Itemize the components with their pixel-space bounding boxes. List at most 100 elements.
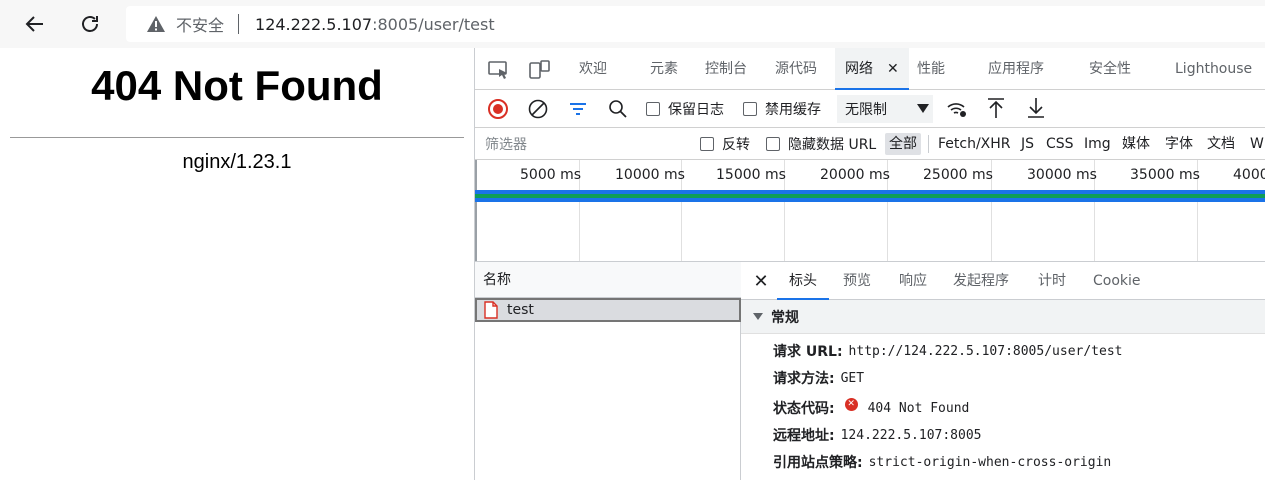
- tab-initiator[interactable]: 发起程序: [953, 262, 1009, 300]
- tab-lighthouse[interactable]: Lighthouse: [1175, 48, 1252, 90]
- general-section-header[interactable]: 常规: [741, 300, 1265, 334]
- throttling-select[interactable]: 无限制: [837, 95, 933, 123]
- filter-type-media[interactable]: 媒体: [1122, 133, 1150, 155]
- request-row[interactable]: test: [475, 298, 741, 322]
- timeline-tick-label: 5000 ms: [520, 167, 582, 183]
- hide-data-urls-checkbox[interactable]: [766, 137, 780, 151]
- tab-preview[interactable]: 预览: [843, 262, 871, 300]
- network-conditions-icon[interactable]: [945, 98, 969, 120]
- request-details: ✕ 标头 预览 响应 发起程序 计时 Cookie 常规 请求 URL: http…: [741, 262, 1265, 480]
- browser-toolbar: 不安全 124.222.5.107:8005/user/test: [0, 0, 1265, 48]
- tab-application[interactable]: 应用程序: [988, 48, 1044, 90]
- network-toolbar: 保留日志 禁用缓存 无限制: [475, 90, 1265, 128]
- timeline-request-bar: [475, 190, 1265, 202]
- timeline-tick-label: 15000 ms: [716, 167, 786, 183]
- filter-type-js[interactable]: JS: [1021, 133, 1034, 155]
- back-button[interactable]: [18, 8, 52, 40]
- request-list: 名称 test: [475, 262, 741, 480]
- record-icon[interactable]: [487, 98, 509, 120]
- hide-data-urls-toggle[interactable]: 隐藏数据 URL: [766, 133, 876, 155]
- disable-cache-label: 禁用缓存: [765, 102, 821, 118]
- dropdown-arrow-icon: [917, 104, 929, 113]
- general-section-title: 常规: [771, 309, 799, 326]
- remote-address-value: 124.222.5.107:8005: [840, 427, 982, 443]
- filter-icon[interactable]: [567, 98, 589, 120]
- tab-security[interactable]: 安全性: [1089, 48, 1131, 90]
- request-method-value: GET: [840, 370, 865, 386]
- referrer-policy-value: strict-origin-when-cross-origin: [868, 454, 1112, 470]
- tab-network-label: 网络: [845, 61, 873, 77]
- preserve-log-toggle[interactable]: 保留日志: [646, 98, 724, 120]
- tab-sources[interactable]: 源代码: [775, 48, 817, 90]
- filter-type-font[interactable]: 字体: [1165, 133, 1193, 155]
- preserve-log-label: 保留日志: [668, 102, 724, 118]
- url-host: 124.222.5.107: [255, 14, 373, 34]
- status-code-value: 404 Not Found: [867, 400, 970, 416]
- page-viewport: 404 Not Found nginx/1.23.1: [0, 48, 474, 480]
- request-method-row: 请求方法: GET: [773, 367, 864, 389]
- filter-input[interactable]: 筛选器: [477, 131, 683, 157]
- tab-response[interactable]: 响应: [899, 262, 927, 300]
- request-url-row: 请求 URL: http://124.222.5.107:8005/user/te…: [773, 340, 1122, 362]
- remote-address-key: 远程地址:: [773, 428, 835, 444]
- status-code-row: 状态代码: ✕ 404 Not Found: [773, 394, 969, 422]
- invert-label: 反转: [722, 137, 750, 153]
- invert-toggle[interactable]: 反转: [700, 133, 750, 155]
- timeline-tick-label: 30000 ms: [1027, 167, 1097, 183]
- collapse-triangle-icon: [753, 313, 763, 320]
- filter-type-doc[interactable]: 文档: [1207, 133, 1235, 155]
- filter-type-fetch-xhr[interactable]: Fetch/XHR: [938, 133, 1011, 155]
- devtools-tab-strip: 欢迎 元素 控制台 源代码 网络 ✕ 性能 应用程序 安全性 Lighthouse: [475, 48, 1265, 90]
- request-url-value: http://124.222.5.107:8005/user/test: [848, 343, 1123, 359]
- document-error-icon: [484, 301, 498, 319]
- security-label[interactable]: 不安全: [176, 12, 224, 36]
- tab-elements[interactable]: 元素: [650, 48, 678, 90]
- tab-welcome[interactable]: 欢迎: [579, 48, 607, 90]
- clear-icon[interactable]: [527, 98, 549, 120]
- timeline-start-marker: [475, 160, 477, 261]
- hide-data-urls-label: 隐藏数据 URL: [788, 137, 877, 153]
- request-url-key: 请求 URL:: [773, 344, 843, 360]
- timeline-overview[interactable]: 5000 ms 10000 ms 15000 ms 20000 ms 25000…: [475, 160, 1265, 262]
- page-title: 404 Not Found: [91, 62, 383, 109]
- tab-network[interactable]: 网络 ✕: [835, 48, 909, 90]
- tab-headers[interactable]: 标头: [777, 262, 829, 300]
- filter-type-css[interactable]: CSS: [1046, 133, 1074, 155]
- request-method-key: 请求方法:: [773, 371, 835, 387]
- close-details-icon[interactable]: ✕: [751, 271, 771, 292]
- timeline-tick-label: 4000: [1233, 167, 1265, 183]
- close-icon[interactable]: ✕: [887, 61, 899, 77]
- server-signature: nginx/1.23.1: [182, 151, 292, 173]
- referrer-policy-row: 引用站点策略: strict-origin-when-cross-origin: [773, 451, 1111, 473]
- filter-type-ws[interactable]: W: [1250, 133, 1264, 155]
- reload-button[interactable]: [73, 8, 107, 40]
- timeline-tick-label: 35000 ms: [1130, 167, 1200, 183]
- tab-console[interactable]: 控制台: [705, 48, 747, 90]
- filter-separator: [928, 135, 929, 153]
- remote-address-row: 远程地址: 124.222.5.107:8005: [773, 424, 982, 446]
- tab-cookies[interactable]: Cookie: [1093, 262, 1141, 300]
- preserve-log-checkbox[interactable]: [646, 102, 660, 116]
- disable-cache-toggle[interactable]: 禁用缓存: [743, 98, 821, 120]
- tab-performance[interactable]: 性能: [917, 48, 945, 90]
- search-icon[interactable]: [607, 98, 629, 120]
- filter-type-img[interactable]: Img: [1084, 133, 1111, 155]
- referrer-policy-key: 引用站点策略:: [773, 455, 863, 471]
- export-har-icon[interactable]: [1025, 96, 1047, 120]
- device-toolbar-icon[interactable]: [527, 59, 551, 81]
- details-tab-strip: ✕ 标头 预览 响应 发起程序 计时 Cookie: [741, 262, 1265, 300]
- name-column-header[interactable]: 名称: [475, 262, 741, 298]
- timeline-tick-label: 20000 ms: [820, 167, 890, 183]
- timeline-tick-label: 25000 ms: [923, 167, 993, 183]
- disable-cache-checkbox[interactable]: [743, 102, 757, 116]
- inspect-element-icon[interactable]: [487, 59, 511, 81]
- status-code-key: 状态代码:: [773, 401, 835, 417]
- address-bar[interactable]: 不安全 124.222.5.107:8005/user/test: [126, 6, 1265, 42]
- reload-icon: [82, 16, 98, 32]
- filter-type-all[interactable]: 全部: [885, 133, 921, 155]
- invert-checkbox[interactable]: [700, 137, 714, 151]
- warning-icon: [147, 16, 165, 32]
- tab-timing[interactable]: 计时: [1038, 262, 1066, 300]
- import-har-icon[interactable]: [985, 96, 1007, 120]
- error-icon: ✕: [844, 397, 858, 411]
